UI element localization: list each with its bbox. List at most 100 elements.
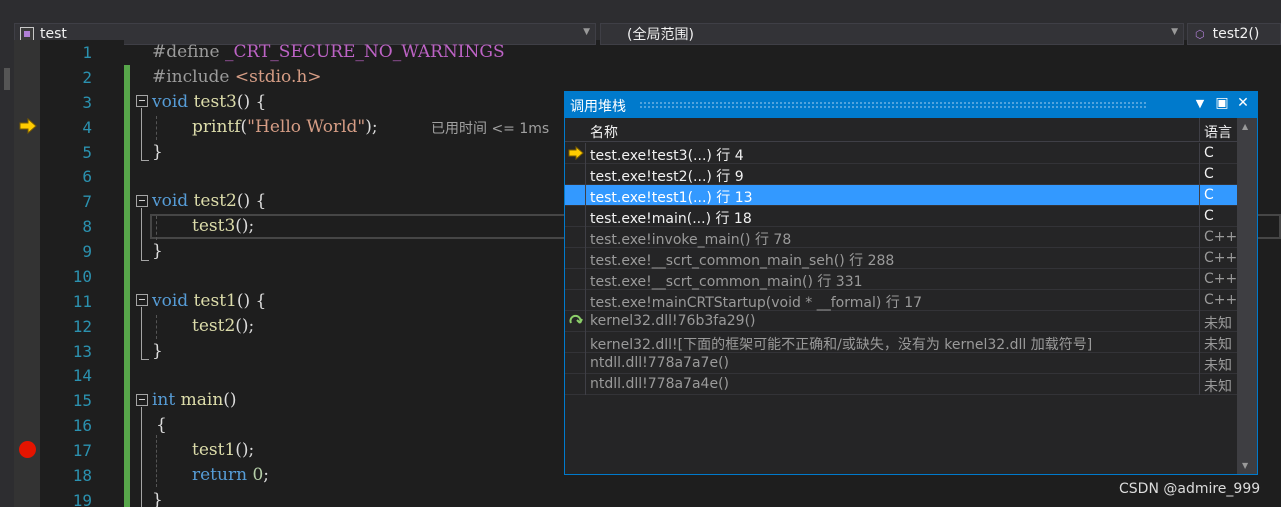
code-line-4[interactable]: printf("Hello World"); (192, 117, 378, 137)
collapse-icon[interactable] (136, 394, 148, 406)
member-dropdown[interactable]: ⬡ test2() (1187, 23, 1281, 45)
function-name: printf (192, 117, 241, 137)
function-name: test2 (188, 191, 237, 211)
call-stack-row[interactable]: ntdll.dll!778a7a7e() 未知 (565, 353, 1237, 374)
call-stack-row[interactable]: kernel32.dll![下面的框架可能不正确和/或缺失，没有为 kernel… (565, 332, 1237, 353)
indicator-margin[interactable] (14, 40, 40, 507)
code-line-11[interactable]: void test1() { (152, 291, 266, 311)
code-punctuation: } (152, 341, 163, 361)
scroll-down-icon[interactable]: ▼ (1242, 461, 1248, 470)
frame-language: C++ (1204, 292, 1238, 308)
call-stack-row[interactable]: ntdll.dll!778a7a4e() 未知 (565, 374, 1237, 395)
code-line-3[interactable]: void test3() { (152, 92, 266, 112)
perf-tip[interactable]: 已用时间 <= 1ms (431, 118, 549, 138)
line-number: 6 (82, 167, 92, 186)
breakpoint-icon[interactable] (19, 441, 36, 458)
code-line-12[interactable]: test2(); (192, 316, 254, 336)
function-name: test1 (192, 440, 236, 460)
execution-pointer-icon (19, 118, 37, 134)
call-stack-titlebar[interactable]: 调用堆栈 ▼ ▣ ✕ (565, 92, 1257, 118)
code-line-15[interactable]: int main() (152, 390, 237, 410)
call-stack-row[interactable]: test.exe!__scrt_common_main() 行 331 C++ (565, 269, 1237, 290)
call-stack-row[interactable]: test.exe!invoke_main() 行 78 C++ (565, 227, 1237, 248)
code-line-9[interactable]: } (152, 241, 163, 261)
code-line-16[interactable]: { (156, 415, 167, 435)
frame-language: C (1204, 187, 1214, 203)
line-number: 14 (72, 366, 92, 385)
call-stack-list: test.exe!test3(...) 行 4 Ctest.exe!test2(.… (565, 143, 1237, 395)
frame-language: C (1204, 208, 1214, 224)
chevron-down-icon: ▼ (583, 27, 590, 37)
code-line-17[interactable]: test1(); (192, 440, 254, 460)
vertical-scrollbar[interactable]: ▲ ▼ (1237, 118, 1257, 474)
collapse-icon[interactable] (136, 195, 148, 207)
call-stack-row[interactable]: test.exe!__scrt_common_main_seh() 行 288 C… (565, 248, 1237, 269)
keyword: int (152, 390, 176, 410)
code-line-13[interactable]: } (152, 341, 163, 361)
frame-name: test.exe!test2(...) 行 9 (590, 169, 744, 185)
chevron-down-icon: ▼ (1171, 27, 1178, 37)
glyph-column-separator (585, 164, 586, 185)
code-line-2[interactable]: #include <stdio.h> (152, 67, 322, 87)
call-stack-row[interactable]: test.exe!test3(...) 行 4 C (565, 143, 1237, 164)
code-line-8[interactable]: test3(); (192, 216, 254, 236)
call-stack-row[interactable]: test.exe!test2(...) 行 9 C (565, 164, 1237, 185)
code-line-18[interactable]: return 0; (192, 465, 269, 485)
frame-name: test.exe!invoke_main() 行 78 (590, 232, 792, 248)
glyph-column-separator (585, 143, 586, 164)
keyword: void (152, 291, 189, 311)
keyword: void (152, 191, 189, 211)
glyph-column-separator (585, 311, 586, 332)
titlebar-grip (639, 101, 1147, 108)
change-tracking-bar (124, 65, 130, 197)
column-separator[interactable] (1199, 118, 1200, 142)
window-position-dropdown-icon[interactable]: ▼ (1191, 97, 1209, 110)
function-name: test3 (188, 92, 237, 112)
scroll-marker-strip (0, 40, 14, 507)
column-header-language[interactable]: 语言 (1204, 122, 1232, 142)
scope-label: (全局范围) (627, 27, 694, 43)
outline-guide-end (141, 160, 149, 161)
call-stack-row[interactable]: test.exe!main(...) 行 18 C (565, 206, 1237, 227)
glyph-column-separator (585, 269, 586, 290)
frame-language: C++ (1204, 271, 1238, 287)
code-line-1[interactable]: #define _CRT_SECURE_NO_WARNINGS (152, 42, 505, 62)
code-punctuation: () (223, 390, 237, 410)
scroll-marker (4, 68, 10, 90)
glyph-column-separator (585, 353, 586, 374)
code-punctuation: { (156, 415, 167, 435)
frame-language: 未知 (1204, 337, 1232, 353)
line-number: 9 (82, 242, 92, 261)
indent-guide (156, 216, 157, 240)
code-line-5[interactable]: } (152, 142, 163, 162)
keyword: return (192, 465, 248, 485)
code-punctuation: } (152, 490, 163, 507)
call-stack-row[interactable]: test.exe!mainCRTStartup(void * __formal)… (565, 290, 1237, 311)
column-separator (1199, 164, 1200, 185)
code-line-7[interactable]: void test2() { (152, 191, 266, 211)
close-icon[interactable]: ✕ (1234, 95, 1252, 111)
function-name: test2 (192, 316, 236, 336)
collapse-icon[interactable] (136, 294, 148, 306)
frame-name: test.exe!test1(...) 行 13 (590, 190, 753, 206)
frame-name: test.exe!__scrt_common_main_seh() 行 288 (590, 253, 895, 269)
collapse-icon[interactable] (136, 95, 148, 107)
keyword: void (152, 92, 189, 112)
outline-guide-end (141, 359, 149, 360)
maximize-icon[interactable]: ▣ (1213, 95, 1231, 111)
glyph-column-separator (585, 185, 586, 206)
scroll-up-icon[interactable]: ▲ (1242, 122, 1248, 131)
column-header-name[interactable]: 名称 (590, 122, 618, 142)
code-line-19[interactable]: } (152, 490, 163, 507)
call-stack-title: 调用堆栈 (570, 99, 626, 115)
column-separator (1199, 227, 1200, 248)
scope-dropdown[interactable]: (全局范围) ▼ (600, 23, 1184, 45)
line-number: 2 (82, 68, 92, 87)
outline-guide (141, 307, 142, 359)
method-cube-icon: ⬡ (1195, 27, 1205, 41)
line-number: 8 (82, 217, 92, 236)
call-stack-row[interactable]: kernel32.dll!76b3fa29() 未知 (565, 311, 1237, 332)
line-number: 11 (72, 292, 92, 311)
line-number: 7 (82, 192, 92, 211)
call-stack-row[interactable]: test.exe!test1(...) 行 13 C (565, 185, 1237, 206)
